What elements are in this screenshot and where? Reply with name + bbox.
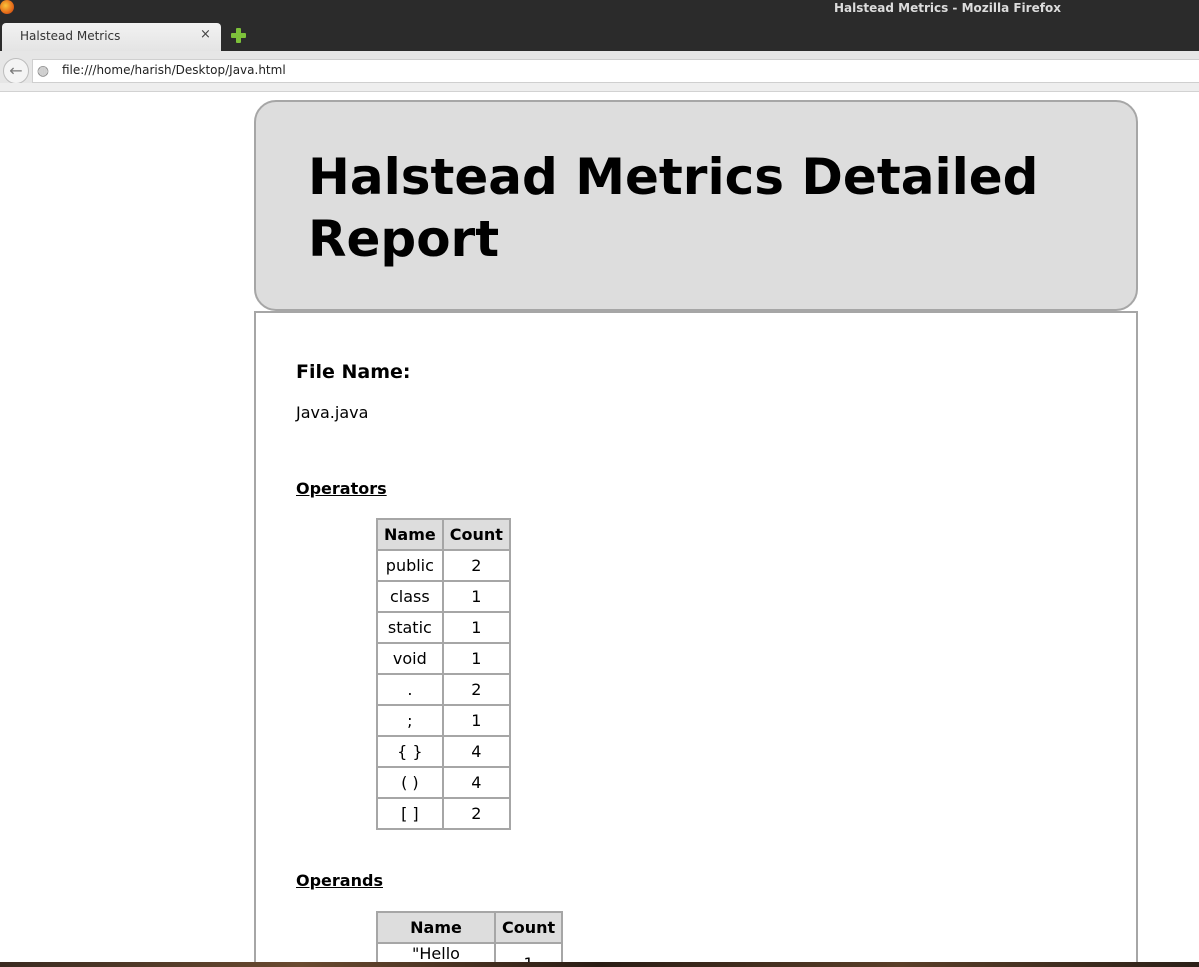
operator-name: { } xyxy=(376,735,444,768)
tab-label: Halstead Metrics xyxy=(20,29,121,43)
back-arrow-icon[interactable]: ← xyxy=(3,58,29,84)
table-row: public 2 xyxy=(376,549,511,582)
table-row: [ ] 2 xyxy=(376,797,511,830)
operands-heading: Operands xyxy=(296,871,383,890)
operator-count: 1 xyxy=(441,580,511,613)
close-icon[interactable]: × xyxy=(200,27,211,42)
toolbar-divider xyxy=(0,83,1199,92)
report-header: Halstead Metrics Detailed Report xyxy=(254,100,1138,311)
operand-name: "Hello World" xyxy=(376,942,496,962)
column-header-name: Name xyxy=(376,518,444,551)
file-name-label: File Name: xyxy=(296,361,411,383)
window-titlebar: Halstead Metrics - Mozilla Firefox xyxy=(0,0,1199,18)
window-title: Halstead Metrics - Mozilla Firefox xyxy=(834,1,1061,15)
column-header-count: Count xyxy=(441,518,511,551)
tab-halstead-metrics[interactable]: Halstead Metrics × xyxy=(2,23,221,51)
operator-name: static xyxy=(376,611,444,644)
operator-name: ; xyxy=(376,704,444,737)
table-header-row: Name Count xyxy=(376,911,564,944)
operator-name: public xyxy=(376,549,444,582)
firefox-logo-icon[interactable] xyxy=(0,0,14,14)
operator-count: 4 xyxy=(441,766,511,799)
table-row: void 1 xyxy=(376,642,511,675)
column-header-count: Count xyxy=(493,911,564,944)
tab-bar: Halstead Metrics × xyxy=(0,18,1199,51)
file-name-value: Java.java xyxy=(296,403,369,422)
globe-icon[interactable]: ◍ xyxy=(35,63,51,79)
operator-count: 1 xyxy=(441,704,511,737)
table-row: { } 4 xyxy=(376,735,511,768)
table-row: class 1 xyxy=(376,580,511,613)
url-text[interactable]: file:///home/harish/Desktop/Java.html xyxy=(62,63,286,77)
operators-heading: Operators xyxy=(296,479,387,498)
page-viewport[interactable]: Halstead Metrics Detailed Report File Na… xyxy=(0,92,1199,962)
operator-count: 2 xyxy=(441,549,511,582)
operator-name: [ ] xyxy=(376,797,444,830)
operator-count: 2 xyxy=(441,673,511,706)
operand-count: 1 xyxy=(493,942,564,962)
table-row: "Hello World" 1 xyxy=(376,942,564,962)
operator-name: void xyxy=(376,642,444,675)
table-row: . 2 xyxy=(376,673,511,706)
table-row: static 1 xyxy=(376,611,511,644)
desktop-background-strip xyxy=(0,962,1199,967)
plus-icon[interactable] xyxy=(230,27,247,44)
operator-count: 1 xyxy=(441,642,511,675)
table-row: ( ) 4 xyxy=(376,766,511,799)
operands-table: Name Count "Hello World" 1 xyxy=(376,911,564,962)
operator-name: ( ) xyxy=(376,766,444,799)
page-title: Halstead Metrics Detailed Report xyxy=(308,148,1039,268)
table-row: ; 1 xyxy=(376,704,511,737)
report-content: File Name: Java.java Operators Name Coun… xyxy=(254,311,1138,962)
operators-table: Name Count public 2 class 1 static 1 voi… xyxy=(376,518,511,830)
operator-count: 4 xyxy=(441,735,511,768)
table-header-row: Name Count xyxy=(376,518,511,551)
operator-count: 2 xyxy=(441,797,511,830)
column-header-name: Name xyxy=(376,911,496,944)
operator-name: class xyxy=(376,580,444,613)
operator-name: . xyxy=(376,673,444,706)
operator-count: 1 xyxy=(441,611,511,644)
